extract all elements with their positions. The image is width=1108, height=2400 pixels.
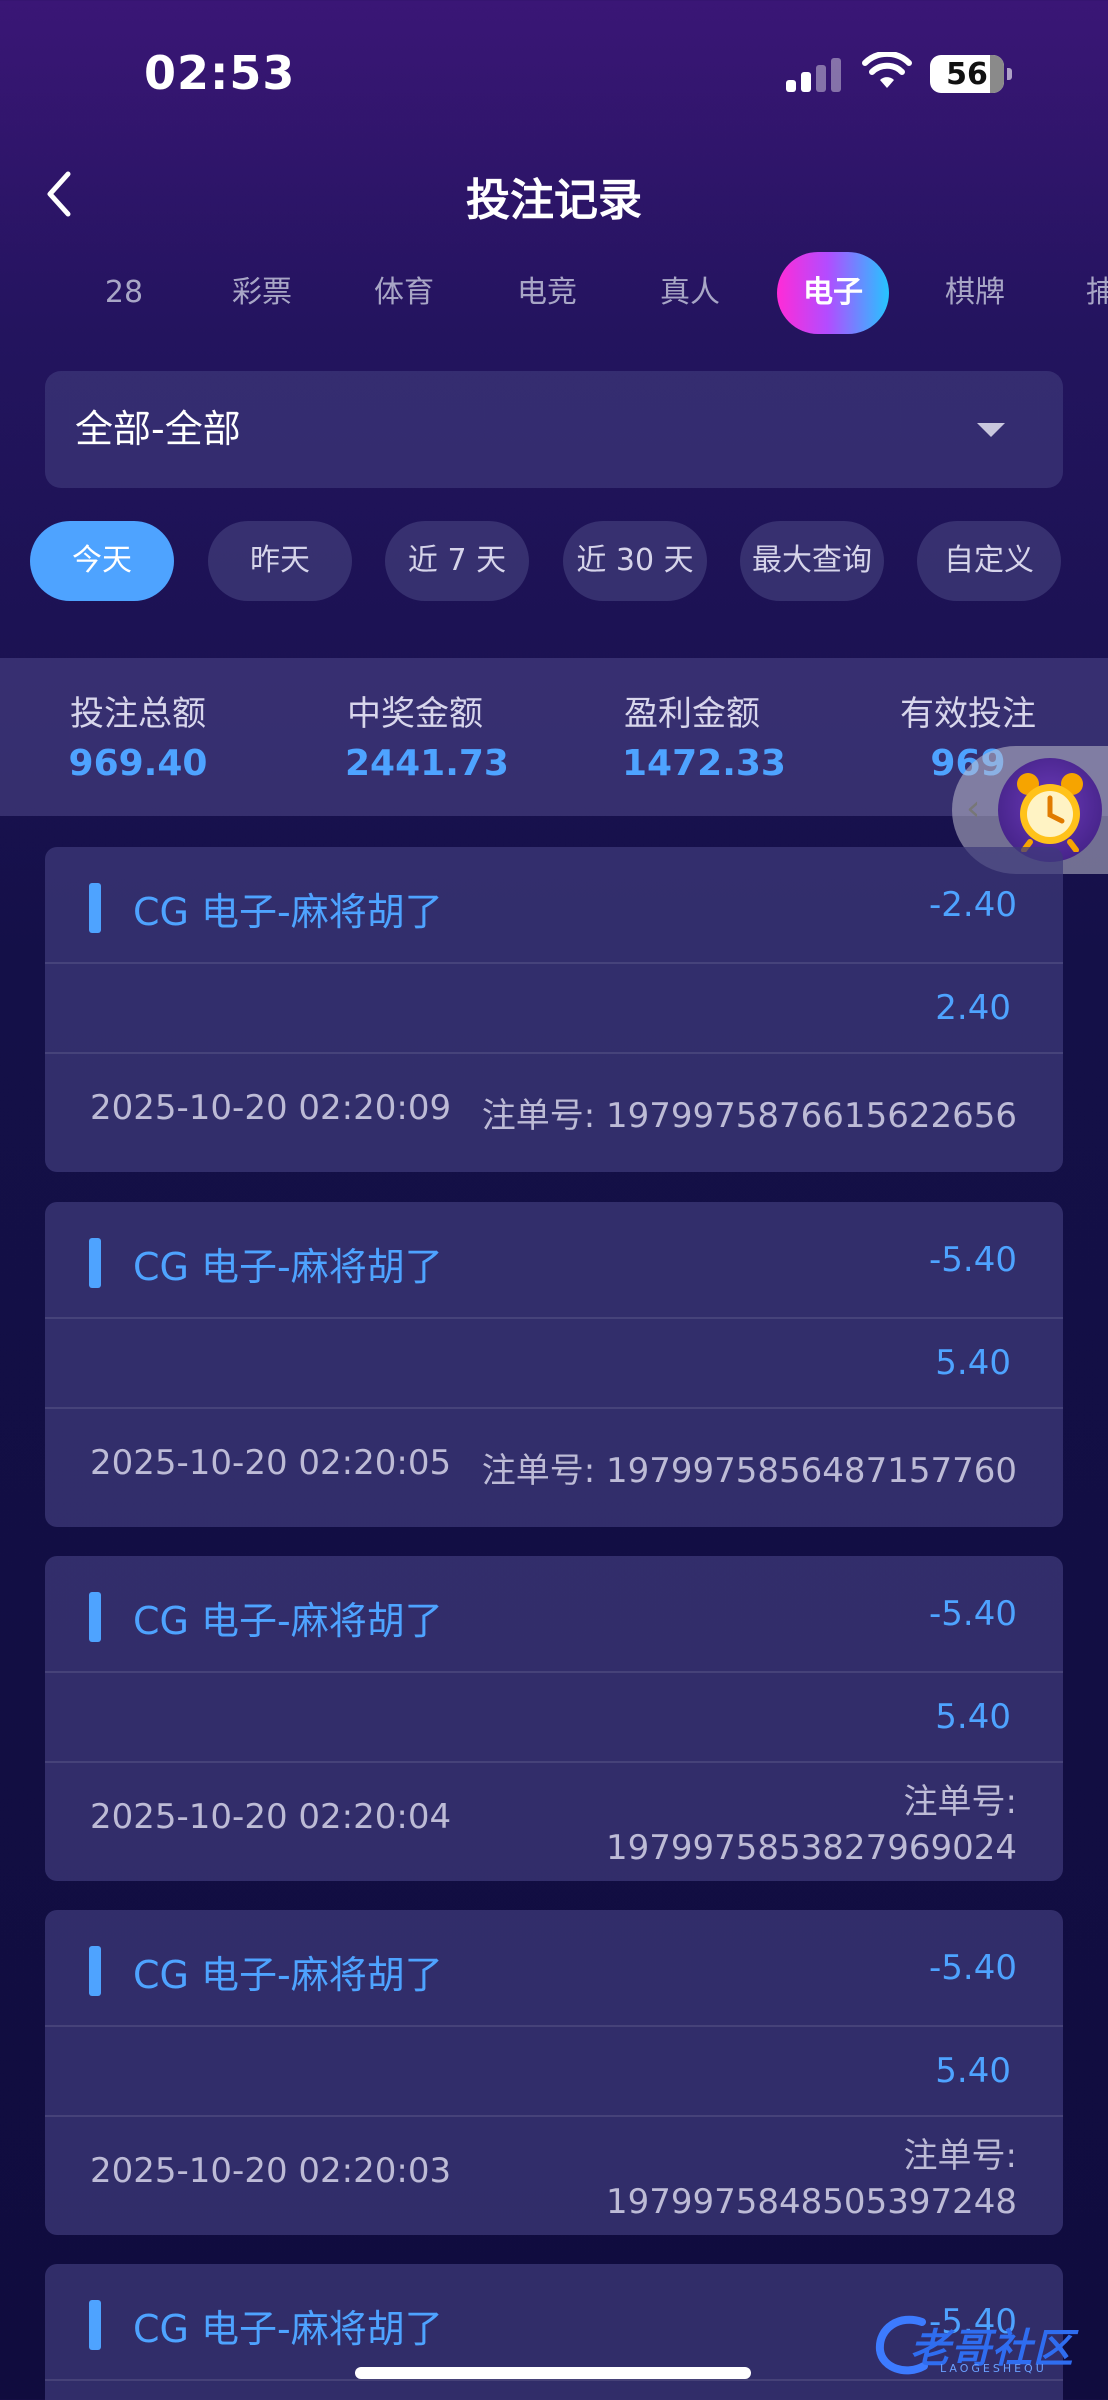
game-name: CG 电子-麻将胡了 xyxy=(133,1953,443,1997)
status-time: 02:53 xyxy=(144,46,296,100)
status-bar: 02:53 56 xyxy=(0,0,1108,150)
bet-datetime: 2025-10-20 02:20:03 xyxy=(90,2151,452,2191)
bet-amount: -2.40 xyxy=(929,885,1017,925)
tab-live[interactable]: 真人 xyxy=(650,252,730,334)
tab-esports[interactable]: 电竞 xyxy=(507,252,587,334)
payout-amount: 5.40 xyxy=(935,1343,1011,1383)
game-name: CG 电子-麻将胡了 xyxy=(133,1599,443,1643)
date-chip-7days[interactable]: 近 7 天 xyxy=(385,521,529,601)
tab-fishing[interactable]: 捕 xyxy=(1086,252,1108,334)
game-name: CG 电子-麻将胡了 xyxy=(133,890,443,934)
payout-amount: 5.40 xyxy=(935,1697,1011,1737)
bet-datetime: 2025-10-20 02:20:04 xyxy=(90,1797,452,1837)
bet-record-card[interactable]: CG 电子-麻将胡了 -5.40 5.40 2025-10-20 02:20:0… xyxy=(45,1910,1063,2235)
game-filter-value: 全部-全部 xyxy=(75,407,241,451)
battery-icon: 56 xyxy=(930,55,1012,93)
summary-panel: 投注总额 969.40 中奖金额 2441.73 盈利金额 1472.33 有效… xyxy=(0,658,1108,816)
watermark-logo: 老哥社区 LAOGESHEQU xyxy=(870,2310,1100,2380)
tab-sports[interactable]: 体育 xyxy=(364,252,444,334)
chevron-left-icon: ‹ xyxy=(966,788,981,829)
bet-amount: -5.40 xyxy=(929,1948,1017,1988)
bet-record-card[interactable]: CG 电子-麻将胡了 -5.40 5.40 2025-10-20 02:20:0… xyxy=(45,1556,1063,1881)
game-filter-select[interactable]: 全部-全部 xyxy=(45,371,1063,488)
tab-28[interactable]: 28 xyxy=(84,252,164,334)
tab-lottery[interactable]: 彩票 xyxy=(222,252,302,334)
summary-value: 1472.33 xyxy=(622,743,786,784)
summary-label: 有效投注 xyxy=(900,694,1036,734)
date-chip-max[interactable]: 最大查询 xyxy=(740,521,884,601)
summary-value: 2441.73 xyxy=(345,743,509,784)
summary-profit: 盈利金额 1472.33 xyxy=(622,686,786,784)
bet-amount: -5.40 xyxy=(929,1240,1017,1280)
dropdown-arrow-icon xyxy=(977,423,1005,437)
summary-label: 投注总额 xyxy=(70,694,206,734)
summary-value: 969.40 xyxy=(68,743,208,784)
page-title: 投注记录 xyxy=(466,175,642,226)
payout-amount: 5.40 xyxy=(935,2051,1011,2091)
bet-datetime: 2025-10-20 02:20:05 xyxy=(90,1443,452,1483)
bet-record-card[interactable]: CG 电子-麻将胡了 -5.40 5.40 2025-10-20 02:20:0… xyxy=(45,1202,1063,1527)
game-name: CG 电子-麻将胡了 xyxy=(133,2307,443,2351)
order-number: 注单号: 1979975848505397248 xyxy=(605,2136,1017,2222)
game-name: CG 电子-麻将胡了 xyxy=(133,1245,443,1289)
date-chip-today[interactable]: 今天 xyxy=(30,521,174,601)
cellular-signal-icon xyxy=(786,58,842,92)
order-number: 注单号: 1979975876615622656 xyxy=(481,1096,1017,1136)
tab-electronic[interactable]: 电子 xyxy=(777,252,889,334)
summary-label: 中奖金额 xyxy=(347,694,483,734)
battery-level: 56 xyxy=(946,56,988,92)
date-chip-30days[interactable]: 近 30 天 xyxy=(563,521,707,601)
order-number: 注单号: 1979975856487157760 xyxy=(481,1451,1017,1491)
summary-label: 盈利金额 xyxy=(624,694,760,734)
bet-amount: -5.40 xyxy=(929,1594,1017,1634)
order-number: 注单号: 1979975853827969024 xyxy=(605,1782,1017,1868)
bet-datetime: 2025-10-20 02:20:09 xyxy=(90,1088,452,1128)
bet-record-card[interactable]: CG 电子-麻将胡了 -2.40 2.40 2025-10-20 02:20:0… xyxy=(45,847,1063,1172)
payout-amount: 2.40 xyxy=(935,988,1011,1028)
summary-total-bet: 投注总额 969.40 xyxy=(68,686,208,784)
date-chip-yesterday[interactable]: 昨天 xyxy=(208,521,352,601)
date-chip-custom[interactable]: 自定义 xyxy=(917,521,1061,601)
home-indicator xyxy=(355,2367,751,2379)
wifi-icon xyxy=(862,52,912,88)
category-tabs: 28 彩票 体育 电竞 真人 电子 棋牌 捕 xyxy=(0,252,1108,334)
tab-cards[interactable]: 棋牌 xyxy=(935,252,1015,334)
summary-win-amount: 中奖金额 2441.73 xyxy=(345,686,509,784)
